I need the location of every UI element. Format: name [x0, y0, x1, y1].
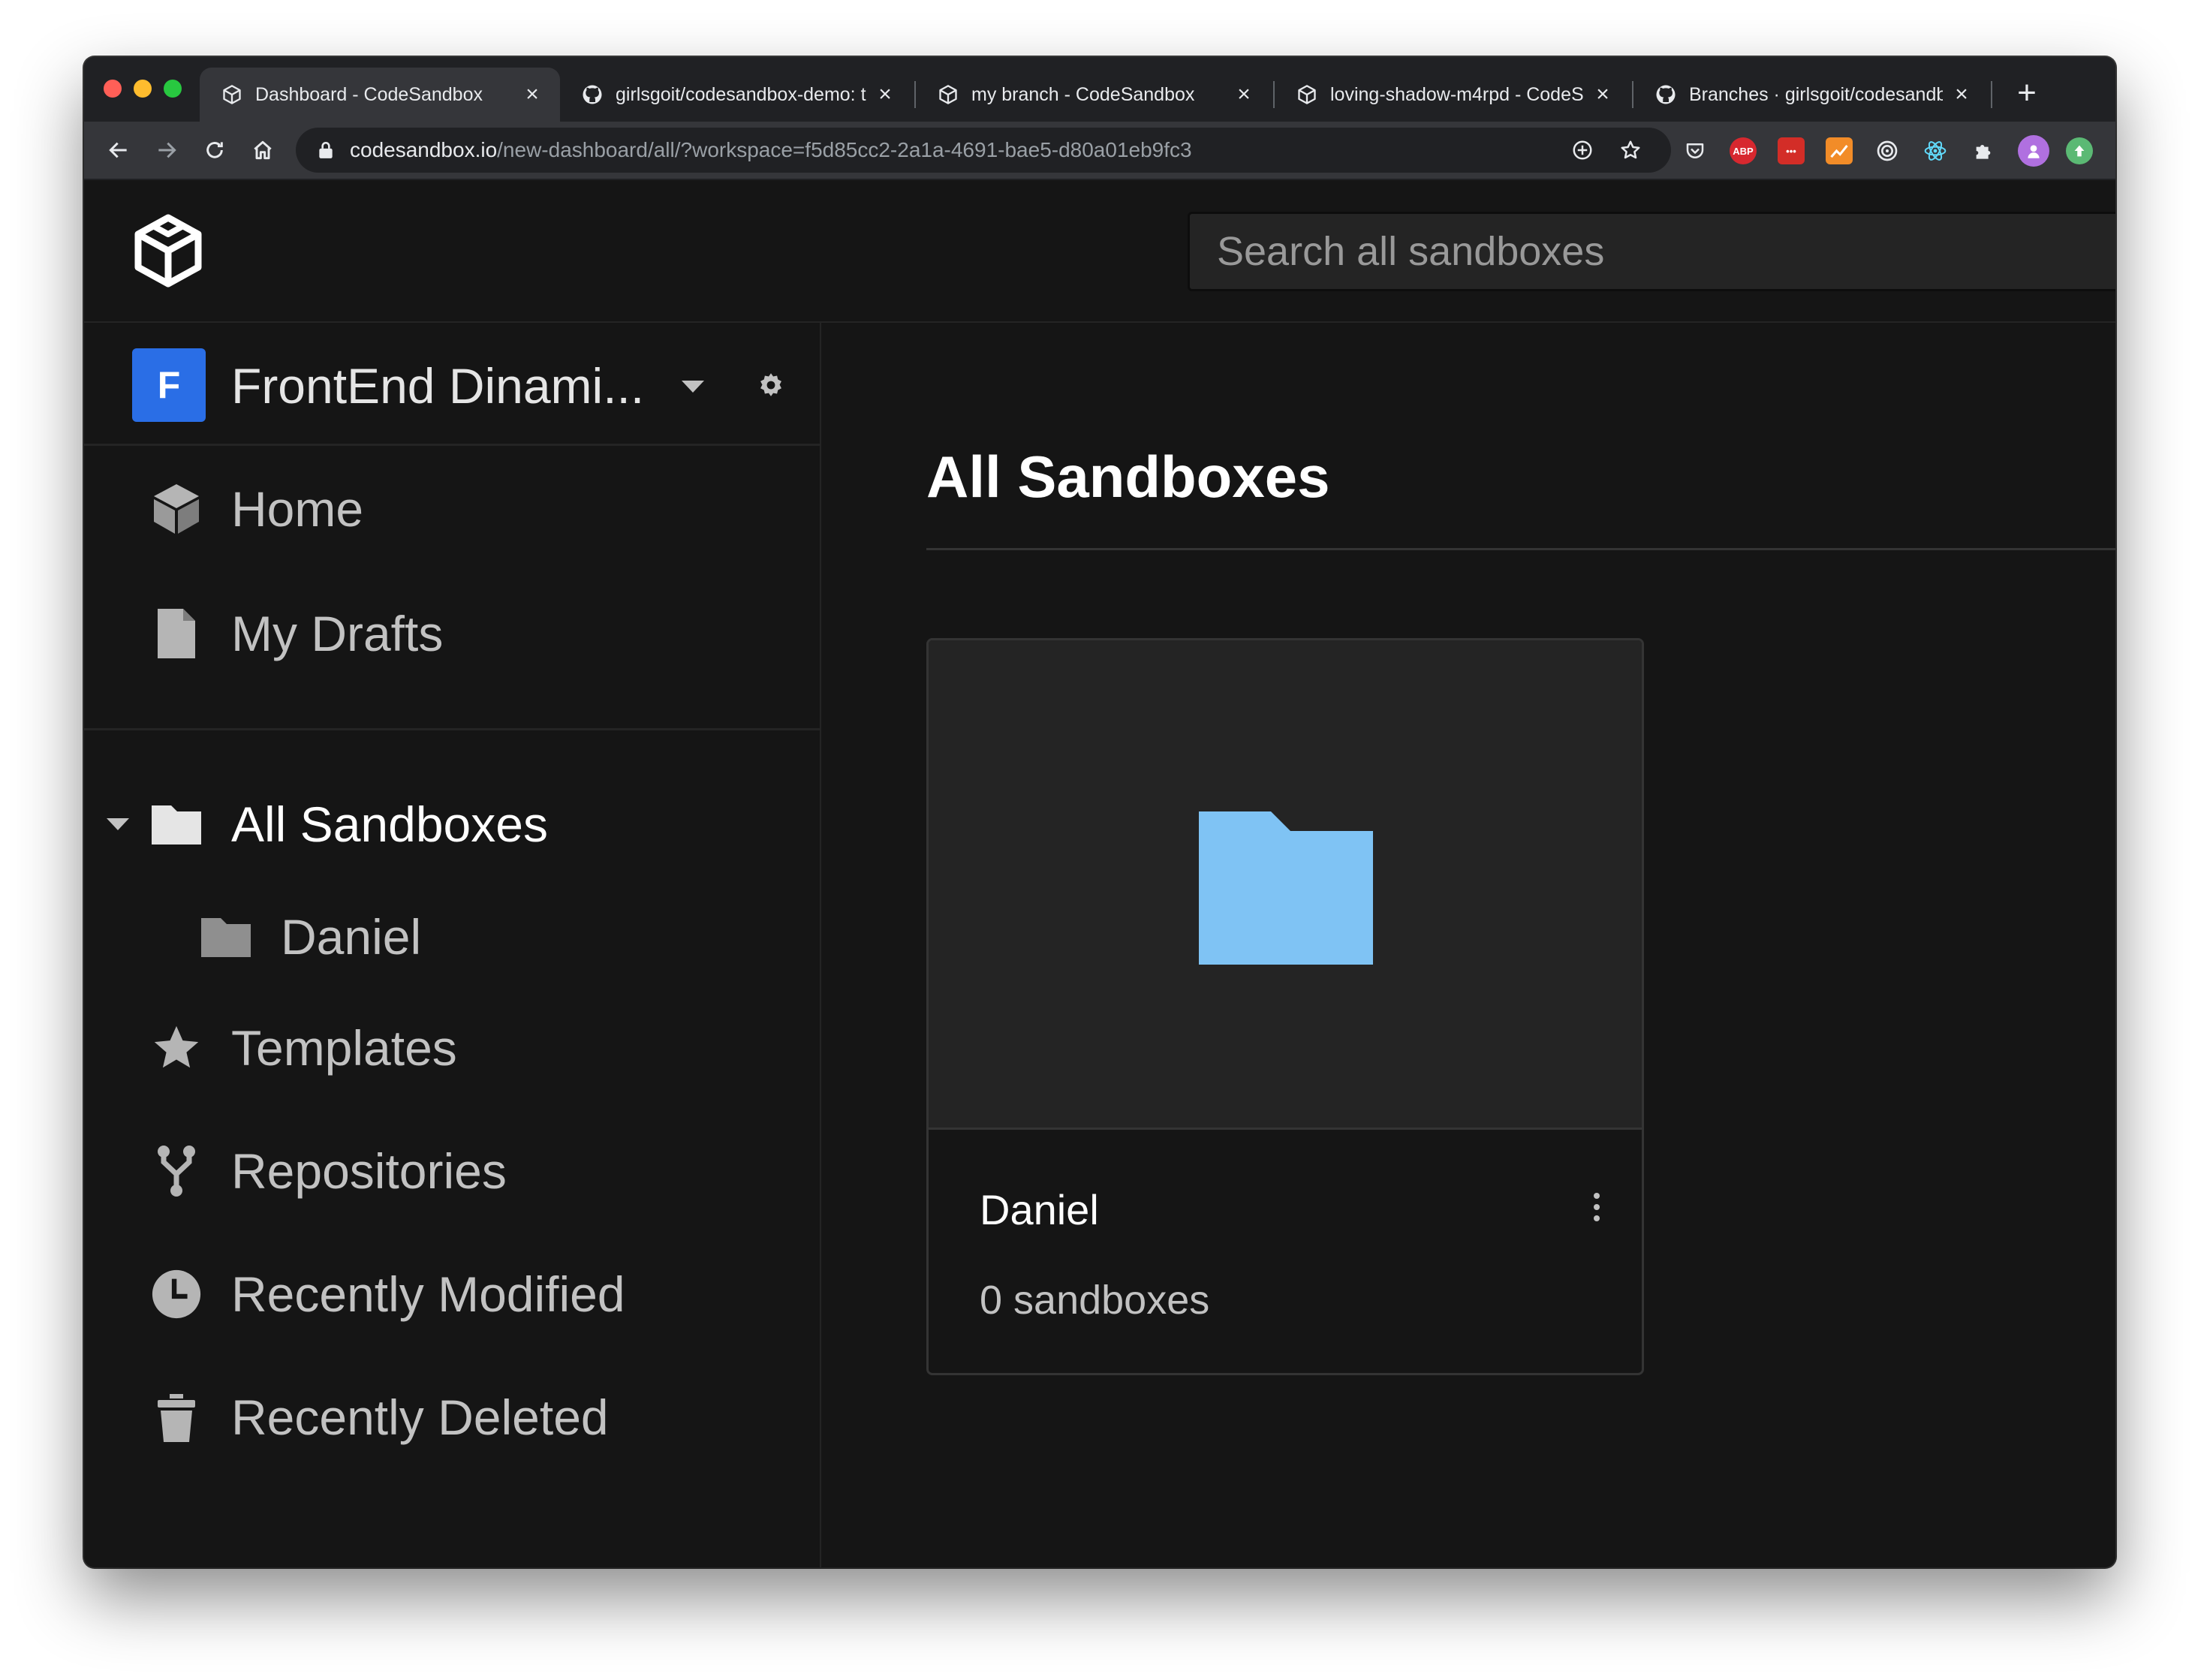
target-extension-icon[interactable]: [1874, 137, 1901, 164]
workspace-name[interactable]: FrontEnd Dinami...: [231, 357, 644, 414]
pocket-icon[interactable]: [1682, 137, 1709, 164]
url-host: codesandbox.io: [350, 138, 498, 161]
bookmark-star-icon[interactable]: [1615, 135, 1645, 165]
lock-icon: [315, 140, 336, 161]
clock-icon: [143, 1260, 210, 1328]
caret-down-icon[interactable]: [674, 368, 712, 405]
sidebar-item-label: Recently Modified: [231, 1266, 625, 1322]
url-path: /new-dashboard/all/?workspace=f5d85cc2-2…: [497, 138, 1192, 161]
box-icon: [143, 475, 210, 543]
sidebar-divider: [84, 728, 820, 730]
browser-tab-github-repo[interactable]: girlsgoit/codesandbox-demo: t ×: [560, 68, 913, 122]
sidebar-item-all-sandboxes[interactable]: All Sandboxes: [84, 779, 820, 869]
codesandbox-icon: [935, 82, 961, 107]
folder-icon: [1199, 811, 1373, 965]
back-button[interactable]: [99, 131, 138, 170]
address-bar[interactable]: codesandbox.io/new-dashboard/all/?worksp…: [296, 128, 1671, 173]
reload-icon: [206, 142, 223, 158]
sidebar-item-label: Repositories: [231, 1143, 507, 1199]
browser-tab-branches[interactable]: Branches · girlsgoit/codesandb ×: [1633, 68, 1989, 122]
sidebar-item-recently-deleted[interactable]: Recently Deleted: [84, 1372, 820, 1462]
search-input[interactable]: [1217, 228, 2115, 275]
sidebar-item-daniel[interactable]: Daniel: [84, 892, 820, 982]
folder-icon: [143, 790, 210, 858]
search-box[interactable]: [1188, 212, 2115, 291]
folder-sandbox-count: 0 sandboxes: [980, 1278, 1210, 1323]
browser-tab-loving-shadow[interactable]: loving-shadow-m4rpd - CodeS ×: [1275, 68, 1630, 122]
codesandbox-logo-icon[interactable]: [131, 213, 206, 288]
profile-avatar[interactable]: [2018, 135, 2049, 167]
sidebar-item-my-drafts[interactable]: My Drafts: [84, 589, 820, 679]
sidebar: F FrontEnd Dinami... Home My Drafts All …: [84, 323, 821, 1567]
lastpass-icon[interactable]: •••: [1778, 137, 1805, 164]
gear-icon[interactable]: [752, 366, 790, 404]
sidebar-item-templates[interactable]: Templates: [84, 1003, 820, 1093]
tab-title: loving-shadow-m4rpd - CodeS: [1330, 83, 1584, 105]
home-button[interactable]: [243, 131, 282, 170]
chart-extension-icon[interactable]: [1826, 137, 1853, 164]
close-tab-icon[interactable]: ×: [1950, 82, 1973, 107]
tab-title: my branch - CodeSandbox: [971, 83, 1195, 105]
browser-toolbar: codesandbox.io/new-dashboard/all/?worksp…: [84, 122, 2115, 180]
app-header: [84, 180, 2115, 323]
reload-button[interactable]: [195, 131, 234, 170]
sidebar-item-recently-modified[interactable]: Recently Modified: [84, 1249, 820, 1339]
close-window-button[interactable]: [104, 80, 122, 98]
sidebar-item-label: Recently Deleted: [231, 1389, 609, 1445]
arrow-left-icon: [109, 142, 127, 158]
new-tab-button[interactable]: +: [2006, 72, 2048, 114]
tab-title: girlsgoit/codesandbox-demo: t: [616, 83, 866, 105]
caret-down-icon[interactable]: [99, 805, 137, 843]
folder-name: Daniel: [980, 1186, 1099, 1233]
close-tab-icon[interactable]: ×: [1591, 82, 1614, 107]
sidebar-item-label: Templates: [231, 1020, 457, 1076]
close-tab-icon[interactable]: ×: [874, 82, 896, 107]
sidebar-item-label: Home: [231, 481, 364, 537]
more-options-icon[interactable]: [1582, 1181, 1612, 1233]
minimize-window-button[interactable]: [134, 80, 152, 98]
workspace-avatar: F: [132, 348, 206, 422]
browser-tab-dashboard[interactable]: Dashboard - CodeSandbox ×: [200, 68, 560, 122]
title-divider: [926, 548, 2115, 550]
sidebar-item-repositories[interactable]: Repositories: [84, 1126, 820, 1216]
tab-title: Dashboard - CodeSandbox: [255, 83, 483, 105]
folder-card-daniel[interactable]: Daniel 0 sandboxes: [926, 638, 1644, 1375]
browser-window: Dashboard - CodeSandbox × girlsgoit/code…: [84, 57, 2115, 1567]
tab-title: Branches · girlsgoit/codesandb: [1689, 83, 1943, 105]
codesandbox-icon: [219, 82, 245, 107]
github-icon: [580, 82, 605, 107]
main-content: All Sandboxes Daniel 0 sandboxes: [823, 323, 2115, 1567]
sidebar-item-home[interactable]: Home: [84, 464, 820, 554]
page-title: All Sandboxes: [926, 444, 1330, 510]
trash-icon: [143, 1383, 210, 1451]
sidebar-item-label: My Drafts: [231, 606, 444, 661]
file-icon: [143, 600, 210, 667]
react-devtools-icon[interactable]: [1922, 137, 1949, 164]
codesandbox-dashboard: F FrontEnd Dinami... Home My Dr: [84, 180, 2115, 1567]
codesandbox-icon: [1294, 82, 1320, 107]
sidebar-item-label: Daniel: [281, 909, 422, 965]
folder-icon: [192, 903, 260, 971]
adblock-icon[interactable]: ABP: [1730, 137, 1757, 164]
browser-tab-my-branch[interactable]: my branch - CodeSandbox ×: [916, 68, 1272, 122]
maximize-window-button[interactable]: [164, 80, 182, 98]
tab-strip: Dashboard - CodeSandbox × girlsgoit/code…: [84, 57, 2115, 122]
star-icon: [143, 1014, 210, 1082]
home-icon: [254, 140, 272, 160]
folder-card-thumbnail[interactable]: [929, 640, 1642, 1130]
zoom-icon[interactable]: [1567, 135, 1597, 165]
fork-icon: [143, 1137, 210, 1205]
forward-button[interactable]: [147, 131, 186, 170]
close-tab-icon[interactable]: ×: [1233, 82, 1255, 107]
sidebar-item-label: All Sandboxes: [231, 796, 548, 852]
workspace-switcher[interactable]: F FrontEnd Dinami...: [84, 323, 820, 446]
tab-separator: [1991, 81, 1992, 108]
arrow-right-icon: [158, 142, 176, 158]
close-tab-icon[interactable]: ×: [521, 82, 543, 107]
update-icon[interactable]: [2066, 137, 2093, 164]
github-icon: [1653, 82, 1679, 107]
extensions-puzzle-icon[interactable]: [1970, 137, 1997, 164]
